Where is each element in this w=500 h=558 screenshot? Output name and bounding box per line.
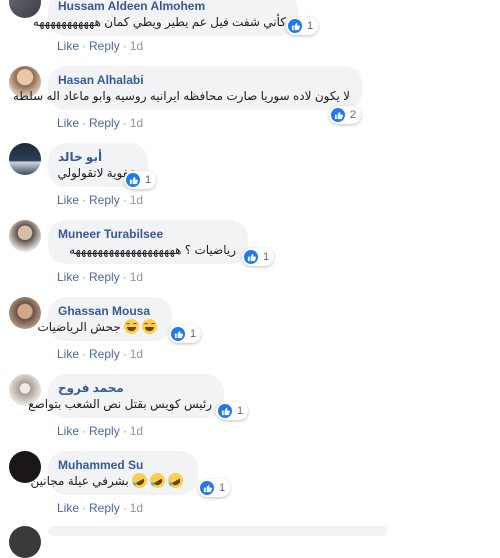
comment-text: جحش الرياضيات xyxy=(37,319,160,335)
avatar[interactable] xyxy=(9,526,41,558)
comment-actions: Like · Reply · 1d xyxy=(57,116,143,130)
reaction-count[interactable]: 1 xyxy=(124,171,157,189)
timestamp[interactable]: 1d xyxy=(130,270,143,284)
timestamp[interactable]: 1d xyxy=(130,116,143,130)
comment-actions: Like · Reply · 1d xyxy=(57,193,143,207)
comment-actions: Like · Reply · 1d xyxy=(57,424,143,438)
comment-text-body: بشرفي عيلة مجانين xyxy=(30,474,129,488)
comment-author[interactable]: محمد فروح xyxy=(58,380,212,396)
reply-link[interactable]: Reply xyxy=(89,501,120,515)
comment-bubble: Hussam Aldeen Almohem كأني شفت فيل عم يط… xyxy=(32,0,298,36)
comment-author[interactable]: Hasan Alhalabi xyxy=(58,72,350,88)
comment-bubble: Ghassan Mousa جحش الرياضيات xyxy=(37,297,172,341)
separator: · xyxy=(122,39,127,53)
comment-actions: Like · Reply · 1d xyxy=(57,270,143,284)
like-thumb-icon xyxy=(331,108,345,122)
like-thumb-icon xyxy=(218,404,232,418)
like-link[interactable]: Like xyxy=(57,270,79,284)
separator: · xyxy=(122,116,127,130)
timestamp[interactable]: 1d xyxy=(130,39,143,53)
separator: · xyxy=(122,193,127,207)
comment-author[interactable]: Muneer Turabilsee xyxy=(58,226,236,242)
comment-author[interactable]: Ghassan Mousa xyxy=(58,303,160,319)
like-link[interactable]: Like xyxy=(57,193,79,207)
like-link[interactable]: Like xyxy=(57,501,79,515)
timestamp[interactable]: 1d xyxy=(130,424,143,438)
separator: · xyxy=(82,347,87,361)
comment-text: كأني شفت فيل عم يطير ويطي كمان ههههههههه… xyxy=(32,15,286,29)
reply-link[interactable]: Reply xyxy=(89,193,120,207)
separator: · xyxy=(122,501,127,515)
avatar[interactable] xyxy=(9,297,41,329)
emoji-rofl-icon xyxy=(165,470,186,491)
emoji-lol-icon xyxy=(124,319,139,334)
reaction-count-number: 1 xyxy=(219,482,226,494)
reaction-count[interactable]: 1 xyxy=(169,325,202,343)
reaction-count[interactable]: 1 xyxy=(242,248,275,266)
separator: · xyxy=(82,270,87,284)
separator: · xyxy=(82,424,87,438)
like-link[interactable]: Like xyxy=(57,347,79,361)
reaction-count[interactable]: 1 xyxy=(198,479,231,497)
like-link[interactable]: Like xyxy=(57,39,79,53)
separator: · xyxy=(122,347,127,361)
timestamp[interactable]: 1d xyxy=(130,193,143,207)
like-thumb-icon xyxy=(200,481,214,495)
separator: · xyxy=(122,424,127,438)
reply-link[interactable]: Reply xyxy=(89,424,120,438)
reaction-count-number: 2 xyxy=(350,109,357,121)
reaction-count-number: 1 xyxy=(145,174,152,186)
avatar[interactable] xyxy=(9,143,41,175)
comment-bubble: Muneer Turabilsee رياضيات ؟ هههههههههههه… xyxy=(48,220,248,264)
reply-link[interactable]: Reply xyxy=(89,39,120,53)
timestamp[interactable]: 1d xyxy=(130,347,143,361)
comment-text: رياضيات ؟ هههههههههههههههههههه xyxy=(69,243,236,257)
like-link[interactable]: Like xyxy=(57,116,79,130)
reaction-count-number: 1 xyxy=(190,328,197,340)
reply-link[interactable]: Reply xyxy=(89,116,120,130)
comment-author[interactable]: Hussam Aldeen Almohem xyxy=(58,0,286,14)
avatar[interactable] xyxy=(9,220,41,252)
like-thumb-icon xyxy=(171,327,185,341)
comment-bubble: Muhammed Su بشرفي عيلة مجانين xyxy=(30,451,198,495)
comment-text: رئيس كويس بقتل نص الشعب بتواضع xyxy=(28,397,212,411)
reaction-count[interactable]: 1 xyxy=(216,402,249,420)
comment-text: بشرفي عيلة مجانين xyxy=(30,470,186,491)
comment-bubble: Hasan Alhalabi لا يكون لاده سوريا صارت م… xyxy=(12,66,362,110)
separator: · xyxy=(82,501,87,515)
reaction-count-number: 1 xyxy=(237,405,244,417)
emoji-rofl-icon xyxy=(129,470,150,491)
comment-text: لا يكون لاده سوريا صارت محافظه ايرانيه ر… xyxy=(12,89,350,103)
reply-link[interactable]: Reply xyxy=(89,270,120,284)
comment-text-body: جحش الرياضيات xyxy=(37,320,121,334)
comment-actions: Like · Reply · 1d xyxy=(57,39,143,53)
comment-bubble: محمد فروح رئيس كويس بقتل نص الشعب بتواضع xyxy=(28,374,224,418)
emoji-rofl-icon xyxy=(147,470,168,491)
reaction-count[interactable]: 2 xyxy=(329,106,362,124)
comment-bubble xyxy=(48,526,388,536)
like-thumb-icon xyxy=(288,19,302,33)
reaction-count-number: 1 xyxy=(307,20,314,32)
reaction-count-number: 1 xyxy=(263,251,270,263)
comment-actions: Like · Reply · 1d xyxy=(57,501,143,515)
comment-author[interactable]: Muhammed Su xyxy=(58,457,186,473)
comment-author[interactable]: أبو خالد xyxy=(58,149,136,165)
timestamp[interactable]: 1d xyxy=(130,501,143,515)
like-thumb-icon xyxy=(126,173,140,187)
separator: · xyxy=(82,116,87,130)
separator: · xyxy=(82,193,87,207)
reply-link[interactable]: Reply xyxy=(89,347,120,361)
separator: · xyxy=(82,39,87,53)
comment-actions: Like · Reply · 1d xyxy=(57,347,143,361)
separator: · xyxy=(122,270,127,284)
like-thumb-icon xyxy=(244,250,258,264)
reaction-count[interactable]: 1 xyxy=(286,17,319,35)
emoji-lol-icon xyxy=(142,319,157,334)
like-link[interactable]: Like xyxy=(57,424,79,438)
